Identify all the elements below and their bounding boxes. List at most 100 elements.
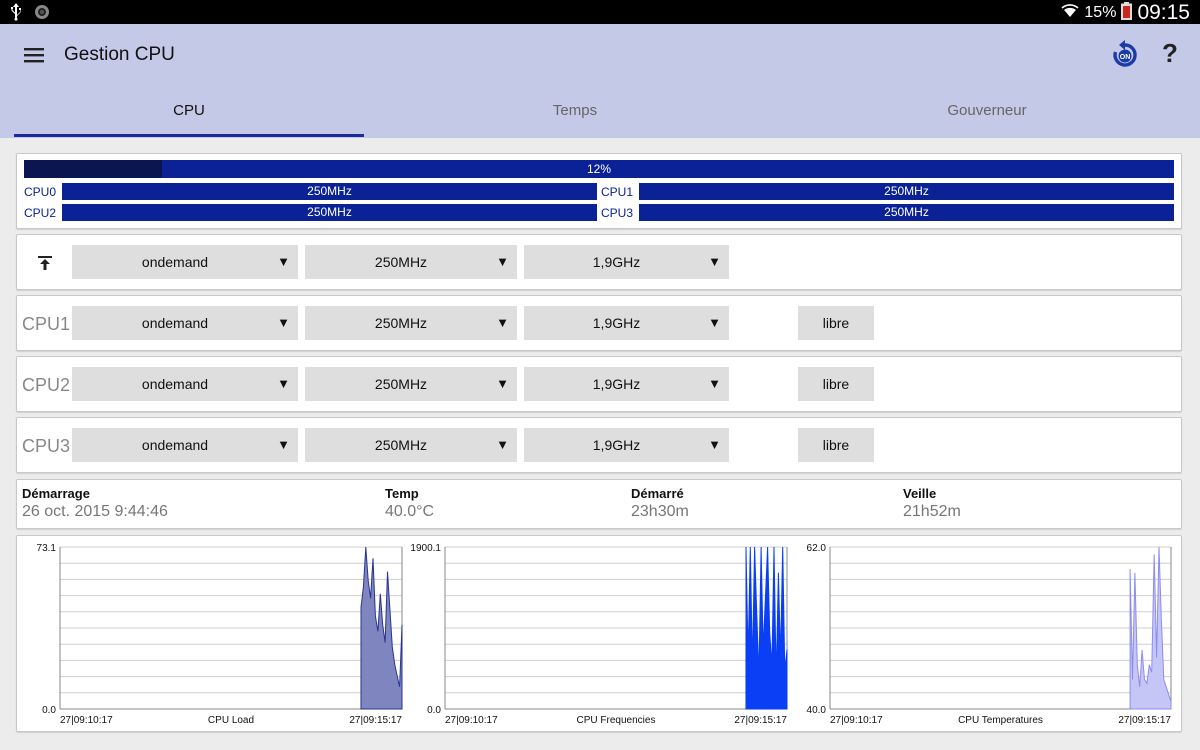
core-bar-cpu1: 250MHz xyxy=(639,183,1174,200)
status-bar: 15% 09:15 xyxy=(0,0,1200,24)
cpu3-max-freq-select[interactable]: 1,9GHz ▼ xyxy=(524,428,729,462)
chevron-down-icon: ▼ xyxy=(277,376,290,391)
chevron-down-icon: ▼ xyxy=(708,254,721,269)
chevron-down-icon: ▼ xyxy=(496,315,509,330)
cpu-load-y-min-label: 0.0 xyxy=(42,705,56,716)
help-button[interactable]: ? xyxy=(1158,38,1182,70)
cpu-frequencies-x-start-label: 27|09:10:17 xyxy=(445,715,498,726)
cpu2-libre-button[interactable]: libre xyxy=(798,367,874,401)
cpu-temperatures-title: CPU Temperatures xyxy=(958,715,1043,726)
cpu-load-title: CPU Load xyxy=(208,715,254,726)
cpu3-label: CPU3 xyxy=(22,436,71,456)
cpu3-min-freq-select[interactable]: 250MHz ▼ xyxy=(305,428,517,462)
system-info-panel: Démarrage 26 oct. 2015 9:44:46 Temp 40.0… xyxy=(16,479,1182,529)
cpu3-governor-select[interactable]: ondemand ▼ xyxy=(72,428,298,462)
total-load-bar: 12% xyxy=(24,160,1174,178)
cpu-load-y-max-label: 73.1 xyxy=(37,543,57,554)
global-min-freq-value: 250MHz xyxy=(374,254,428,270)
cpu2-governor-select[interactable]: ondemand ▼ xyxy=(72,367,298,401)
cpu2-min-freq-select[interactable]: 250MHz ▼ xyxy=(305,367,517,401)
cpu1-governor-value: ondemand xyxy=(141,315,209,331)
cpu1-label: CPU1 xyxy=(22,314,71,334)
chevron-down-icon: ▼ xyxy=(708,376,721,391)
core-bar-cpu0: 250MHz xyxy=(62,183,597,200)
info-uptime-label: Démarré xyxy=(631,486,684,501)
battery-percent: 15% xyxy=(1084,4,1117,21)
info-boot: Démarrage 26 oct. 2015 9:44:46 xyxy=(22,486,168,521)
chevron-down-icon: ▼ xyxy=(277,254,290,269)
wifi-icon xyxy=(1061,3,1079,24)
core-label-cpu3: CPU3 xyxy=(601,206,634,220)
info-temp-label: Temp xyxy=(385,486,419,501)
cpu-load-x-end-label: 27|09:15:17 xyxy=(349,715,402,726)
cpu-frequencies-x-end-label: 27|09:15:17 xyxy=(734,715,787,726)
chevron-down-icon: ▼ xyxy=(708,315,721,330)
tab-indicator xyxy=(14,134,364,137)
cpu3-control-panel: CPU3 ondemand ▼ 250MHz ▼ 1,9GHz ▼ libre xyxy=(16,417,1182,473)
camera-icon xyxy=(34,4,50,25)
total-load-label: 12% xyxy=(586,162,612,176)
cpu3-governor-value: ondemand xyxy=(141,437,209,453)
cpu2-governor-value: ondemand xyxy=(141,376,209,392)
global-max-freq-value: 1,9GHz xyxy=(592,254,641,270)
app-bar: Gestion CPU ON ? CPU Temps Gouverneur xyxy=(0,24,1200,138)
info-boot-value: 26 oct. 2015 9:44:46 xyxy=(22,503,168,520)
core-label-cpu0: CPU0 xyxy=(24,185,57,199)
battery-icon xyxy=(1121,1,1133,25)
usb-icon xyxy=(10,3,22,26)
cpu-frequencies-series-area xyxy=(745,546,788,710)
cpu-temperatures-x-start-label: 27|09:10:17 xyxy=(830,715,883,726)
tab-gouverneur[interactable]: Gouverneur xyxy=(812,98,1162,138)
align-top-icon[interactable] xyxy=(37,255,53,276)
cpu3-min-freq-value: 250MHz xyxy=(374,437,428,453)
info-uptime-value: 23h30m xyxy=(631,503,689,520)
cpu2-label: CPU2 xyxy=(22,375,71,395)
app-title: Gestion CPU xyxy=(64,44,175,65)
cpu1-governor-select[interactable]: ondemand ▼ xyxy=(72,306,298,340)
cpu1-control-panel: CPU1 ondemand ▼ 250MHz ▼ 1,9GHz ▼ libre xyxy=(16,295,1182,351)
chevron-down-icon: ▼ xyxy=(708,437,721,452)
cpu-load-x-start-label: 27|09:10:17 xyxy=(60,715,113,726)
tab-temps[interactable]: Temps xyxy=(400,98,750,138)
core-bar-cpu2: 250MHz xyxy=(62,204,597,221)
cpu1-max-freq-select[interactable]: 1,9GHz ▼ xyxy=(524,306,729,340)
tab-cpu[interactable]: CPU xyxy=(14,98,364,138)
global-min-freq-select[interactable]: 250MHz ▼ xyxy=(305,245,517,279)
cpu-frequencies-y-max-label: 1900.1 xyxy=(410,543,441,554)
hamburger-menu-icon[interactable] xyxy=(22,43,46,67)
info-sleep-label: Veille xyxy=(903,486,937,501)
core-label-cpu2: CPU2 xyxy=(24,206,57,220)
cpu1-max-freq-value: 1,9GHz xyxy=(592,315,641,331)
info-temp: Temp 40.0°C xyxy=(385,486,434,521)
cpu-overview-panel: 12% CPU0 250MHz CPU1 250MHz CPU2 250MHz … xyxy=(16,153,1182,229)
cpu1-min-freq-select[interactable]: 250MHz ▼ xyxy=(305,306,517,340)
cpu-temperatures-y-max-label: 62.0 xyxy=(807,543,827,554)
info-uptime: Démarré 23h30m xyxy=(631,486,689,521)
cpu-frequencies-y-min-label: 0.0 xyxy=(427,705,441,716)
global-max-freq-select[interactable]: 1,9GHz ▼ xyxy=(524,245,729,279)
chevron-down-icon: ▼ xyxy=(496,376,509,391)
core-label-cpu1: CPU1 xyxy=(601,185,634,199)
global-governor-value: ondemand xyxy=(141,254,209,270)
info-sleep-value: 21h52m xyxy=(903,503,961,520)
cpu2-min-freq-value: 250MHz xyxy=(374,376,428,392)
cpu-frequencies-title: CPU Frequencies xyxy=(577,715,656,726)
info-temp-value: 40.0°C xyxy=(385,503,435,520)
cpu2-max-freq-select[interactable]: 1,9GHz ▼ xyxy=(524,367,729,401)
charts-canvas: 73.1 0.0 27|09:10:17 27|09:15:17 CPU Load 190… xyxy=(37,543,1172,726)
global-control-panel: ondemand ▼ 250MHz ▼ 1,9GHz ▼ xyxy=(16,234,1182,290)
refresh-on-icon[interactable]: ON xyxy=(1111,40,1139,70)
chevron-down-icon: ▼ xyxy=(496,437,509,452)
global-governor-select[interactable]: ondemand ▼ xyxy=(72,245,298,279)
cpu2-control-panel: CPU2 ondemand ▼ 250MHz ▼ 1,9GHz ▼ libre xyxy=(16,356,1182,412)
cpu-temperatures-y-min-label: 40.0 xyxy=(807,705,827,716)
svg-text:ON: ON xyxy=(1120,54,1131,61)
cpu3-libre-button[interactable]: libre xyxy=(798,428,874,462)
cpu-temperatures-x-end-label: 27|09:15:17 xyxy=(1118,715,1171,726)
cpu1-libre-button[interactable]: libre xyxy=(798,306,874,340)
chevron-down-icon: ▼ xyxy=(277,437,290,452)
status-clock: 09:15 xyxy=(1137,1,1190,24)
info-boot-label: Démarrage xyxy=(22,486,90,501)
core-bar-cpu3: 250MHz xyxy=(639,204,1174,221)
chevron-down-icon: ▼ xyxy=(496,254,509,269)
